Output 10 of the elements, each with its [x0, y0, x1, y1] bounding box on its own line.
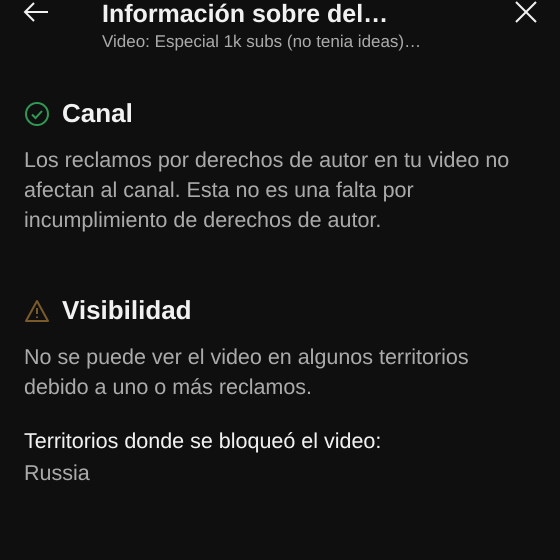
video-subtitle: Video: Especial 1k subs (no tenia ideas)…: [102, 32, 422, 52]
detail-value: Russia: [24, 460, 91, 487]
detail-label: Territorios donde se bloqueó el video:: [24, 428, 382, 455]
section-text: Los reclamos por derechos de autor en tu video no afectan al canal. Esta no es una falta por incumplimiento de derechos de autor.: [24, 147, 510, 234]
section-title: Visibilidad: [62, 295, 192, 326]
page-title: Información sobre del…: [102, 0, 390, 28]
section-title: Canal: [62, 98, 133, 129]
warning-icon: [24, 298, 50, 322]
section-text: No se puede ver el video en algunos territorios debido a uno o más reclamos.: [24, 344, 470, 401]
check-circle-icon: [24, 100, 50, 126]
